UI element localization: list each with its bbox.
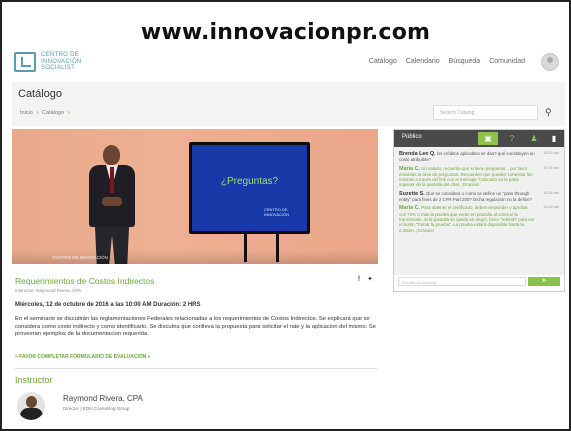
nav-item-busqueda[interactable]: Búsqueda <box>449 58 481 65</box>
breadcrumb-current[interactable]: Catálogo <box>42 110 64 116</box>
tv-screen: ¿Preguntas? CENTRO DE INNOVACIÓN <box>189 142 310 234</box>
chat-message: María C. Un saludo, recuerde que si tien… <box>399 166 559 188</box>
facebook-icon[interactable]: f <box>358 276 360 283</box>
tv-screen-text: ¿Preguntas? <box>220 176 279 187</box>
search-icon[interactable]: ⚲ <box>545 107 552 118</box>
chat-message-text: Para obtener el certificado, deben respo… <box>399 205 535 233</box>
stats-icon[interactable]: ▮ <box>544 132 564 145</box>
tv-logo-line-2: INNOVACIÓN <box>263 211 289 217</box>
chat-message-time: 10:04 am <box>543 165 559 170</box>
breadcrumb-home[interactable]: Inicio <box>20 110 33 116</box>
chat-message-text: Un saludo, recuerde que si tiene pregunt… <box>399 165 533 188</box>
chat-message: María C. Para obtener el certificado, de… <box>399 205 559 232</box>
presenter-tie <box>110 167 114 193</box>
evaluation-form-link[interactable]: » FAVOR COMPLETAR FORMULARIO DE EVALUACI… <box>15 354 151 360</box>
breadcrumb: Inicio» Catálogo» <box>20 110 73 116</box>
page-title: Catálogo <box>18 88 63 100</box>
chat-message-input[interactable]: Escriba su mensaje <box>398 277 526 286</box>
screenshot-frame: www.innovacionpr.com CENTRO DE INNOVACIÓ… <box>0 0 571 431</box>
avatar-body <box>20 408 43 420</box>
video-caption: CENTRO DE INNOVACIÓN <box>52 255 108 260</box>
section-divider <box>15 368 377 369</box>
top-navigation: CENTRO DE INNOVACIÓN SOCIALIST Catálogo … <box>12 50 565 78</box>
chat-message: Brenda Lee Q. los créditos aplicables se… <box>399 151 559 163</box>
presenter-head <box>103 145 120 165</box>
nav-links: Catálogo Calendario Búsqueda Comunidad <box>369 58 525 65</box>
chat-message-author: María C. <box>399 165 420 172</box>
chat-message-time: 10:48 am <box>543 205 559 210</box>
breadcrumb-separator-icon: » <box>35 110 39 116</box>
instructor-role: Director | EDN Consulting Group <box>63 406 130 411</box>
question-icon[interactable]: ? <box>502 132 522 145</box>
user-avatar-icon[interactable] <box>541 53 559 71</box>
logo-text: CENTRO DE INNOVACIÓN SOCIALIST <box>41 52 82 72</box>
nav-item-catalogo[interactable]: Catálogo <box>369 58 397 65</box>
chat-message-author: Suzette S. <box>399 190 425 197</box>
chat-tab-public[interactable]: Público <box>402 134 422 140</box>
chat-bubble-icon[interactable]: ▣ <box>478 132 498 145</box>
instructor-heading: Instructor <box>15 375 53 385</box>
course-title: Requerimientos de Costos Indirectos <box>15 276 155 286</box>
catalog-search-input[interactable]: Search Catalog <box>433 105 538 120</box>
presenter-hands <box>102 197 122 206</box>
social-share: f ✦ <box>351 275 373 283</box>
instructor-name: Raymond Rivera, CPA <box>63 394 143 403</box>
logo-line-1: CENTRO DE <box>41 52 80 59</box>
chat-message-author: Brenda Lee Q. <box>399 151 436 157</box>
video-player[interactable]: ¿Preguntas? CENTRO DE INNOVACIÓN CENTRO … <box>12 129 378 264</box>
course-description: En el seminario se discutirán las reglam… <box>15 316 376 338</box>
site-url-banner: www.innovacionpr.com <box>140 20 431 45</box>
chat-message-author: María C. <box>399 205 420 212</box>
course-date: Miércoles, 12 de octubre de 2016 a las 1… <box>15 302 201 308</box>
chat-message-time: 10:00 am <box>543 151 559 155</box>
nav-item-comunidad[interactable]: Comunidad <box>489 58 525 65</box>
instructor-avatar <box>17 392 45 420</box>
nav-item-calendario[interactable]: Calendario <box>406 58 440 65</box>
presenter-figure <box>86 143 138 264</box>
chat-message: Suzette S. Que se considera o como se de… <box>399 191 559 203</box>
course-instructor-line: Instructor: Raymond Rivera, CPA <box>15 288 82 293</box>
chat-messages: Brenda Lee Q. los créditos aplicables se… <box>394 147 564 275</box>
chat-send-button[interactable]: ➤ <box>528 277 560 286</box>
chat-panel: Público ▣ ? ♟ ▮ Brenda Lee Q. los crédit… <box>393 129 565 292</box>
tv-screen-logo: CENTRO DE INNOVACIÓN <box>263 207 289 217</box>
chat-header: Público ▣ ? ♟ ▮ <box>394 130 564 147</box>
breadcrumb-separator-icon: » <box>66 110 70 116</box>
logo-mark-icon <box>14 52 36 72</box>
avatar-head <box>26 396 37 408</box>
twitter-icon[interactable]: ✦ <box>367 276 373 283</box>
chat-message-time: 10:08 am <box>543 190 559 195</box>
users-icon[interactable]: ♟ <box>524 132 544 145</box>
logo-line-3: SOCIALIST <box>41 65 76 72</box>
site-logo[interactable]: CENTRO DE INNOVACIÓN SOCIALIST <box>14 52 82 72</box>
